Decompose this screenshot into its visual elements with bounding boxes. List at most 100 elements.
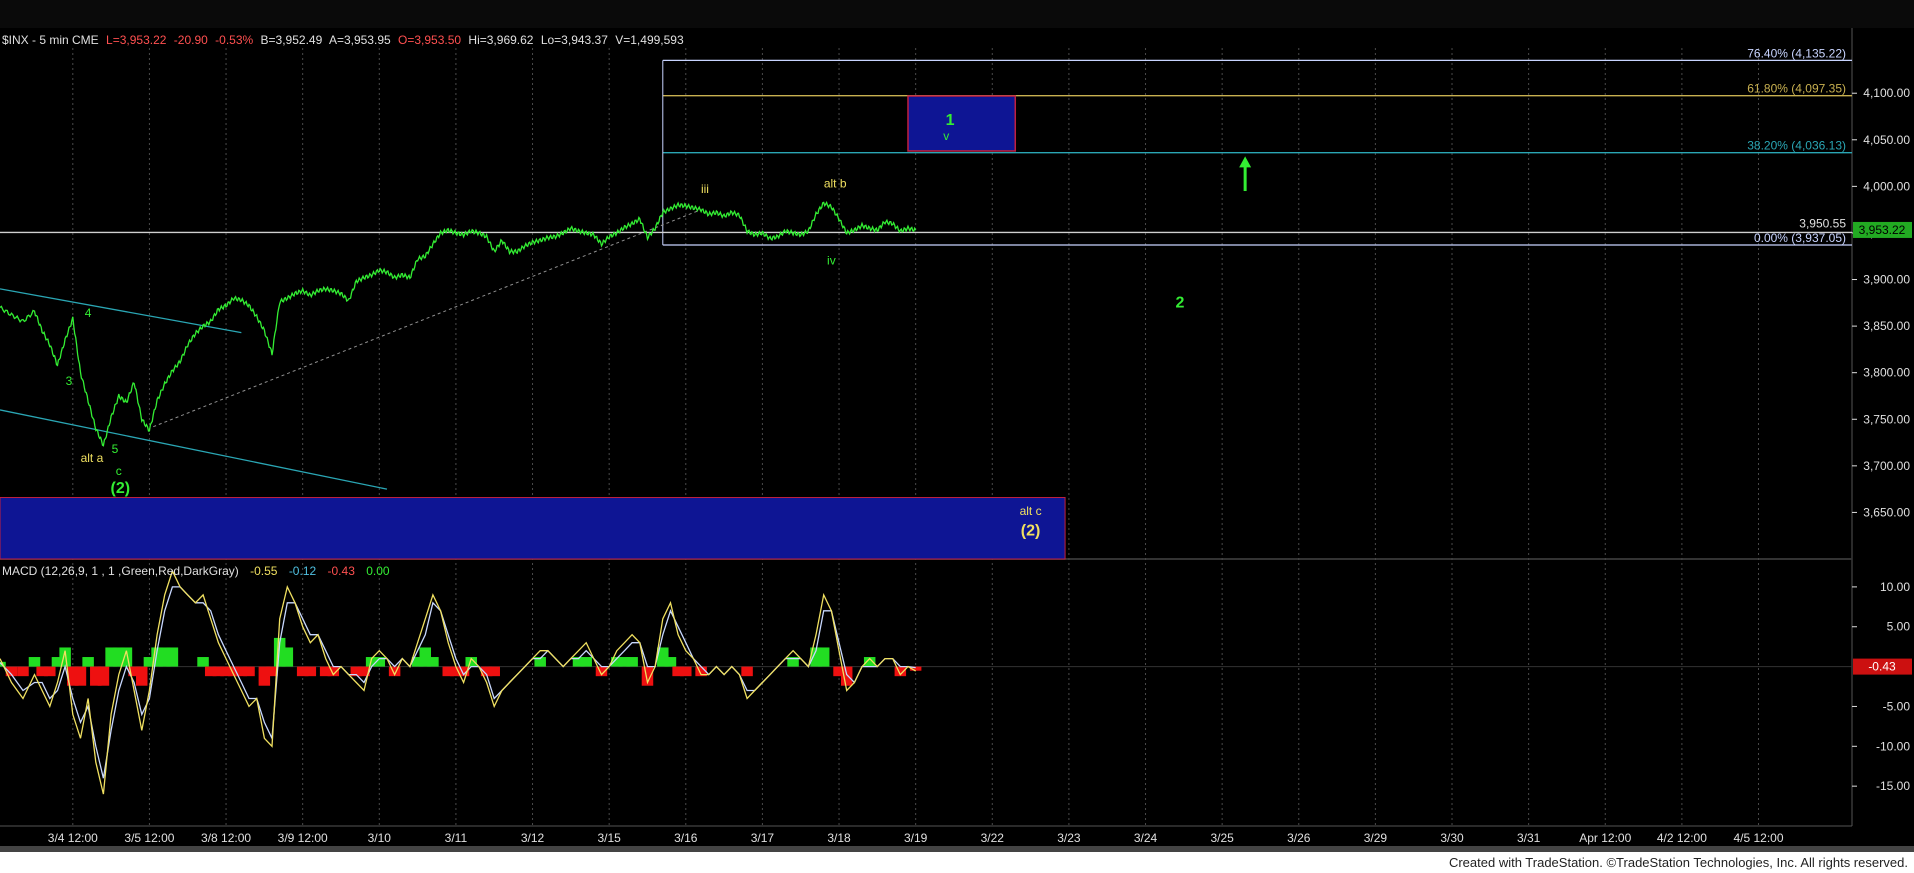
macd-histogram-bar (626, 657, 638, 667)
price-chart[interactable]: 76.40% (4,135.22) 61.80% (4,097.35) 38.20%… (0, 0, 1914, 852)
fib-level-label: 38.20% (4,036.13) (1747, 139, 1846, 153)
macd-histogram-bar (28, 657, 41, 667)
wave-label: (2) (1021, 523, 1041, 540)
wave-label: c (116, 464, 122, 478)
time-tick-label: 3/22 (981, 831, 1005, 845)
time-tick-label: 3/12 (521, 831, 545, 845)
footer-bar: Created with TradeStation. ©TradeStation… (0, 852, 1914, 873)
macd-value-2: -0.12 (289, 564, 317, 578)
price-tick-label: 3,900.00 (1863, 273, 1910, 287)
title-bar (0, 0, 1914, 28)
macd-name: MACD (12,26,9, 1 , 1 ,Green,Red,DarkGray… (2, 564, 239, 578)
wave-label: alt a (81, 451, 104, 465)
header-high: Hi=3,969.62 (468, 33, 533, 47)
macd-tick-label: 5.00 (1887, 620, 1911, 634)
header-symbol: $INX - 5 min CME (2, 33, 99, 47)
time-tick-label: 3/24 (1134, 831, 1158, 845)
wave-label: alt b (824, 176, 847, 190)
wave-label: v (943, 129, 949, 143)
macd-histogram-bar (82, 657, 94, 667)
macd-value-4: 0.00 (366, 564, 390, 578)
macd-histogram-bar (664, 657, 677, 667)
price-tick-label: 3,650.00 (1863, 505, 1910, 519)
wave-label: iv (827, 254, 836, 268)
macd-histogram-bar (197, 657, 209, 667)
wave-label: 2 (1176, 294, 1185, 311)
time-tick-label: 3/31 (1517, 831, 1541, 845)
time-tick-label: 3/15 (597, 831, 621, 845)
wave-label: 3 (66, 374, 73, 388)
macd-histogram-bar (166, 647, 179, 667)
time-tick-label: 4/2 12:00 (1657, 831, 1707, 845)
macd-histogram-bar (304, 666, 317, 677)
macd-value-1: -0.55 (250, 564, 278, 578)
macd-histogram-bar (74, 666, 87, 686)
macd-histogram-bar (17, 666, 29, 677)
price-tick-label: 3,800.00 (1863, 366, 1910, 380)
time-tick-label: 4/5 12:00 (1733, 831, 1783, 845)
time-tick-label: 3/26 (1287, 831, 1311, 845)
last-price-label: 3,953.22 (1859, 223, 1906, 237)
time-tick-label: 3/5 12:00 (124, 831, 174, 845)
time-tick-label: 3/8 12:00 (201, 831, 251, 845)
wave-label: iii (701, 182, 709, 196)
wave-label: 5 (112, 442, 119, 456)
macd-tick-label: 10.00 (1880, 580, 1910, 594)
time-tick-label: 3/9 12:00 (278, 831, 328, 845)
macd-histogram-bar (136, 666, 148, 686)
price-tick-label: 3,750.00 (1863, 412, 1910, 426)
macd-value-3: -0.43 (328, 564, 356, 578)
fib-level-label: 76.40% (4,135.22) (1747, 46, 1846, 60)
header-low: Lo=3,943.37 (541, 33, 608, 47)
header-bid: B=3,952.49 (261, 33, 323, 47)
header-open: O=3,953.50 (398, 33, 461, 47)
time-tick-label: 3/17 (751, 831, 775, 845)
macd-histogram-bar (243, 666, 255, 677)
macd-histogram-bar (817, 647, 830, 667)
macd-histogram-bar (59, 647, 71, 667)
time-tick-label: 3/29 (1364, 831, 1388, 845)
time-tick-label: 3/10 (368, 831, 392, 845)
header-last: L=3,953.22 (106, 33, 167, 47)
wave-label: alt c (1020, 504, 1042, 518)
price-line-label: 3,950.55 (1799, 216, 1846, 230)
macd-histogram-bar (281, 647, 294, 667)
time-tick-label: 3/23 (1057, 831, 1081, 845)
wave-label: 1 (946, 112, 955, 129)
fib-level-label: 0.00% (3,937.05) (1754, 231, 1846, 245)
macd-tick-label: -5.00 (1883, 699, 1911, 713)
chart-stage: 76.40% (4,135.22) 61.80% (4,097.35) 38.20%… (0, 0, 1914, 873)
price-tick-label: 4,100.00 (1863, 86, 1910, 100)
time-tick-label: 3/11 (445, 831, 468, 845)
macd-header-line: MACD (12,26,9, 1 , 1 ,Green,Red,DarkGray… (2, 564, 390, 578)
header-ask: A=3,953.95 (329, 33, 391, 47)
header-change: -20.90 (174, 33, 208, 47)
time-tick-label: 3/25 (1210, 831, 1234, 845)
time-tick-label: 3/4 12:00 (48, 831, 98, 845)
macd-histogram-bar (44, 666, 56, 677)
macd-histogram-bar (97, 666, 110, 686)
price-tick-label: 3,850.00 (1863, 319, 1910, 333)
price-tick-label: 3,700.00 (1863, 459, 1910, 473)
wave-label: 4 (85, 306, 92, 320)
price-tick-label: 4,050.00 (1863, 133, 1910, 147)
target-zone-wave-1 (907, 95, 1017, 152)
footer-credit: Created with TradeStation. ©TradeStation… (1448, 855, 1908, 870)
macd-histogram-bar (580, 657, 592, 667)
macd-histogram-bar (427, 657, 439, 667)
time-tick-label: 3/19 (904, 831, 928, 845)
time-tick-label: 3/18 (827, 831, 851, 845)
target-zone-wave-2 (0, 497, 1066, 560)
macd-last-label: -0.43 (1868, 660, 1896, 674)
macd-histogram-bar (680, 666, 692, 677)
wave-label: (2) (111, 480, 131, 497)
macd-histogram-bar (741, 666, 753, 677)
time-tick-label: Apr 12:00 (1579, 831, 1631, 845)
fib-level-label: 61.80% (4,097.35) (1747, 82, 1846, 96)
header-pct: -0.53% (215, 33, 253, 47)
time-tick-label: 3/30 (1440, 831, 1464, 845)
macd-tick-label: -10.00 (1876, 739, 1910, 753)
macd-histogram-bar (488, 666, 500, 677)
header-volume: V=1,499,593 (615, 33, 684, 47)
time-tick-label: 3/16 (674, 831, 698, 845)
